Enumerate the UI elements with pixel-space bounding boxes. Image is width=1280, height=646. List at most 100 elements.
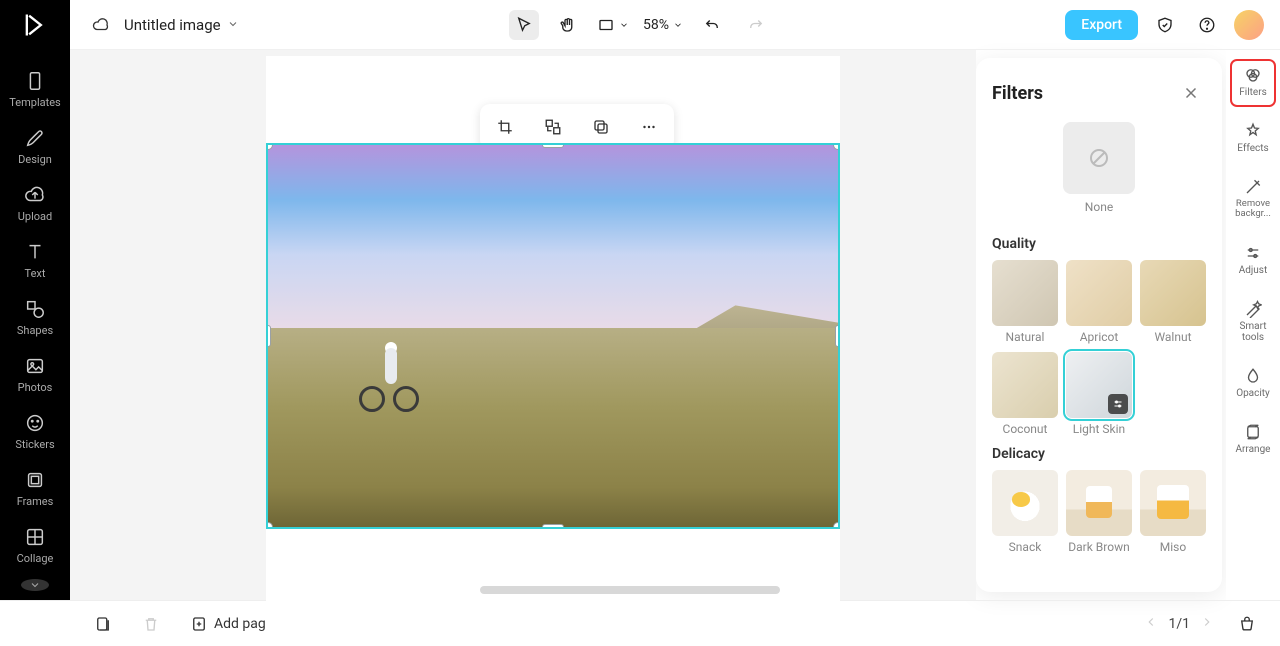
filter-label: Miso <box>1160 540 1186 554</box>
resize-handle-top[interactable] <box>542 143 564 148</box>
rail-collage[interactable]: Collage <box>5 522 65 569</box>
rail-label: Templates <box>9 96 60 109</box>
crop-button[interactable] <box>490 112 520 142</box>
document-title[interactable]: Untitled image <box>124 16 221 34</box>
filter-label: Snack <box>1009 540 1042 554</box>
filter-apricot[interactable]: Apricot <box>1066 260 1132 344</box>
filter-adjust-icon[interactable] <box>1108 394 1128 414</box>
rail-design[interactable]: Design <box>5 123 65 170</box>
filter-none-label: None <box>1085 200 1113 214</box>
right-rail-label: Effects <box>1237 143 1268 154</box>
rail-label: Design <box>18 153 52 166</box>
rail-photos[interactable]: Photos <box>5 351 65 398</box>
filter-label: Light Skin <box>1073 422 1125 436</box>
prev-page-button[interactable] <box>1144 615 1158 633</box>
cart-icon[interactable] <box>1232 609 1262 639</box>
resize-handle-right[interactable] <box>835 325 840 347</box>
app-logo[interactable] <box>0 0 70 50</box>
rail-label: Stickers <box>15 438 54 451</box>
filter-label: Dark Brown <box>1068 540 1129 554</box>
selected-image[interactable] <box>266 143 840 529</box>
rail-upload[interactable]: Upload <box>5 180 65 227</box>
section-title-delicacy: Delicacy <box>992 446 1206 462</box>
rail-label: Text <box>25 267 46 280</box>
right-rail-label: Arrange <box>1236 444 1271 455</box>
rail-text[interactable]: Text <box>5 237 65 284</box>
page-indicator: 1/1 <box>1144 615 1214 633</box>
right-rail-adjust[interactable]: Adjust <box>1231 238 1275 284</box>
rail-stickers[interactable]: Stickers <box>5 408 65 455</box>
filter-dark-brown[interactable]: Dark Brown <box>1066 470 1132 554</box>
next-page-button[interactable] <box>1200 615 1214 633</box>
right-rail: Filters Effects Remove backgr... Adjust … <box>1226 50 1280 600</box>
title-menu-chevron-icon[interactable] <box>227 15 239 34</box>
help-icon[interactable] <box>1192 10 1222 40</box>
topbar: Untitled image 58% Export <box>0 0 1280 50</box>
right-rail-arrange[interactable]: Arrange <box>1231 417 1275 463</box>
horizontal-scrollbar[interactable] <box>480 586 780 594</box>
topbar-center: 58% <box>509 10 771 40</box>
rail-more-icon[interactable] <box>21 579 49 591</box>
resize-handle-bl[interactable] <box>266 522 273 529</box>
right-rail-label: Smart tools <box>1231 321 1275 343</box>
right-rail-remove-bg[interactable]: Remove backgr... <box>1231 172 1275 228</box>
filter-natural[interactable]: Natural <box>992 260 1058 344</box>
close-panel-button[interactable] <box>1176 78 1206 108</box>
cloud-sync-icon[interactable] <box>86 10 116 40</box>
right-rail-label: Remove backgr... <box>1231 199 1275 220</box>
filter-label: Walnut <box>1154 330 1191 344</box>
hand-tool[interactable] <box>553 10 583 40</box>
export-button[interactable]: Export <box>1065 10 1138 40</box>
right-rail-filters[interactable]: Filters <box>1231 60 1275 106</box>
right-rail-label: Filters <box>1239 87 1267 98</box>
duplicate-button[interactable] <box>586 112 616 142</box>
resize-handle-br[interactable] <box>833 522 840 529</box>
left-rail: Templates Design Upload Text Shapes Phot… <box>0 50 70 600</box>
filter-miso[interactable]: Miso <box>1140 470 1206 554</box>
rail-frames[interactable]: Frames <box>5 465 65 512</box>
filter-coconut[interactable]: Coconut <box>992 352 1058 436</box>
filter-light-skin[interactable]: Light Skin <box>1066 352 1132 436</box>
zoom-value: 58% <box>643 17 669 33</box>
resize-handle-bottom[interactable] <box>542 524 564 529</box>
more-options-button[interactable] <box>634 112 664 142</box>
filter-walnut[interactable]: Walnut <box>1140 260 1206 344</box>
right-rail-smart-tools[interactable]: Smart tools <box>1231 294 1275 351</box>
redo-button[interactable] <box>741 10 771 40</box>
main: Templates Design Upload Text Shapes Phot… <box>0 50 1280 600</box>
pages-overview-button[interactable] <box>88 609 118 639</box>
shield-icon[interactable] <box>1150 10 1180 40</box>
pointer-tool[interactable] <box>509 10 539 40</box>
zoom-dropdown[interactable]: 58% <box>643 17 683 33</box>
avatar[interactable] <box>1234 10 1264 40</box>
rail-label: Frames <box>17 495 54 508</box>
add-page-button[interactable]: Add page <box>184 609 279 639</box>
filter-none[interactable] <box>1063 122 1135 194</box>
add-page-label: Add page <box>214 616 273 632</box>
rail-shapes[interactable]: Shapes <box>5 294 65 341</box>
rail-label: Photos <box>18 381 53 394</box>
right-rail-label: Opacity <box>1236 388 1270 399</box>
filter-snack[interactable]: Snack <box>992 470 1058 554</box>
rail-templates[interactable]: Templates <box>5 66 65 113</box>
right-rail-opacity[interactable]: Opacity <box>1231 361 1275 407</box>
right-rail-effects[interactable]: Effects <box>1231 116 1275 162</box>
rail-label: Shapes <box>17 324 53 337</box>
canvas-area[interactable] <box>70 50 976 600</box>
filter-label: Apricot <box>1080 330 1119 344</box>
panel-title: Filters <box>992 83 1043 104</box>
delete-page-button[interactable] <box>136 609 166 639</box>
rail-label: Upload <box>18 210 52 223</box>
rail-label: Collage <box>17 552 54 565</box>
undo-button[interactable] <box>697 10 727 40</box>
filter-label: Natural <box>1006 330 1045 344</box>
section-title-quality: Quality <box>992 236 1206 252</box>
filter-label: Coconut <box>1003 422 1048 436</box>
resize-aspect-dropdown[interactable] <box>597 16 629 34</box>
page-count: 1/1 <box>1168 616 1190 632</box>
resize-handle-left[interactable] <box>266 325 271 347</box>
filters-panel: Filters None Quality Natural Apricot Wal… <box>976 58 1222 592</box>
resize-handle-tr[interactable] <box>833 143 840 150</box>
replace-button[interactable] <box>538 112 568 142</box>
right-rail-label: Adjust <box>1239 265 1268 276</box>
